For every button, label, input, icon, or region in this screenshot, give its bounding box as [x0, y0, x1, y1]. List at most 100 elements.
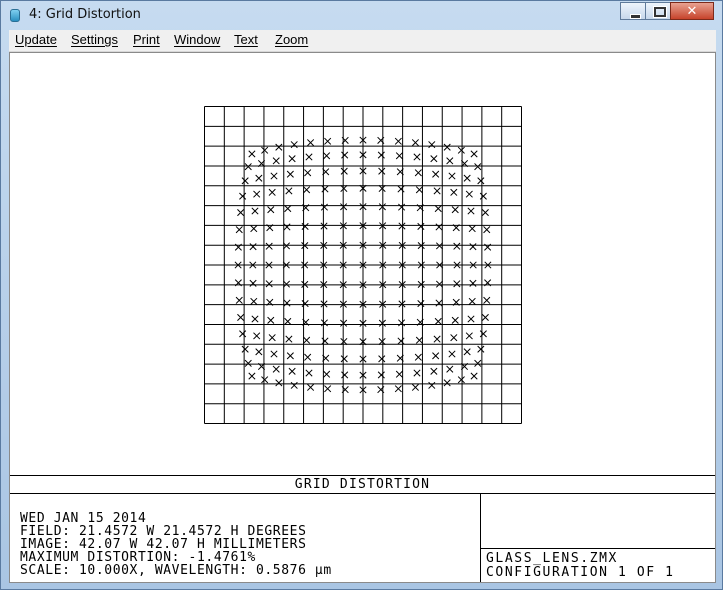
- distortion-point: [469, 243, 477, 251]
- distortion-point: [270, 350, 278, 358]
- distortion-point: [398, 319, 406, 327]
- distortion-point: [275, 379, 283, 387]
- distortion-point: [434, 205, 442, 213]
- distortion-point: [249, 279, 257, 287]
- distortion-point: [237, 313, 245, 321]
- distortion-point: [239, 192, 247, 200]
- distortion-point: [320, 319, 328, 327]
- minimize-button[interactable]: [620, 2, 646, 20]
- caption-buttons: ✕: [620, 2, 714, 21]
- distortion-point: [468, 225, 476, 233]
- menu-update[interactable]: Update: [15, 32, 57, 47]
- distortion-point: [320, 222, 328, 230]
- distortion-point: [307, 383, 315, 391]
- distortion-point: [241, 177, 249, 185]
- distortion-point: [283, 299, 291, 307]
- distortion-point: [470, 372, 478, 380]
- distortion-point: [267, 206, 275, 214]
- distortion-point: [301, 300, 309, 308]
- distortion-point: [237, 209, 245, 217]
- distortion-point: [341, 151, 349, 159]
- distortion-point: [324, 137, 332, 145]
- distortion-point: [239, 330, 247, 338]
- distortion-point: [477, 345, 485, 353]
- distortion-point: [395, 370, 403, 378]
- distortion-point: [377, 151, 385, 159]
- distortion-point: [398, 300, 406, 308]
- distortion-point: [304, 353, 312, 361]
- distortion-point: [284, 205, 292, 213]
- distortion-point: [448, 172, 456, 180]
- distortion-point: [457, 146, 465, 154]
- distortion-plot: [10, 106, 715, 582]
- distortion-point: [253, 190, 261, 198]
- distortion-point: [265, 280, 273, 288]
- caption-title: GRID DISTORTION: [294, 477, 431, 492]
- distortion-point: [481, 209, 489, 217]
- distortion-point: [340, 167, 348, 175]
- distortion-point: [465, 190, 473, 198]
- distortion-point: [463, 348, 471, 356]
- distortion-point: [413, 153, 421, 161]
- distortion-point: [268, 334, 276, 342]
- distortion-point: [443, 379, 451, 387]
- distortion-point: [394, 385, 402, 393]
- distortion-point: [248, 372, 256, 380]
- distortion-point: [261, 376, 269, 384]
- distortion-point: [397, 185, 405, 193]
- distortion-point: [417, 300, 425, 308]
- distortion-point: [283, 223, 291, 231]
- caption-scale: SCALE: 10.000X, WAVELENGTH: 0.5876 µm: [20, 563, 332, 578]
- close-button[interactable]: ✕: [670, 2, 714, 20]
- distortion-point: [434, 317, 442, 325]
- menu-zoom[interactable]: Zoom: [275, 32, 308, 47]
- distortion-point: [479, 330, 487, 338]
- distortion-point: [435, 299, 443, 307]
- distortion-point: [321, 337, 329, 345]
- distortion-point: [477, 177, 485, 185]
- title-bar[interactable]: 4: Grid Distortion ✕: [1, 1, 722, 29]
- distortion-point: [430, 367, 438, 375]
- distortion-point: [378, 167, 386, 175]
- distortion-point: [288, 155, 296, 163]
- distortion-point: [250, 225, 258, 233]
- distortion-point: [241, 345, 249, 353]
- distortion-point: [270, 172, 278, 180]
- menu-window[interactable]: Window: [174, 32, 220, 47]
- menu-bar: Update Settings Print Window Text Zoom: [9, 30, 716, 52]
- distortion-point: [451, 206, 459, 214]
- maximize-button[interactable]: [645, 2, 671, 20]
- distortion-point: [341, 371, 349, 379]
- distortion-point: [301, 222, 309, 230]
- distortion-point: [465, 332, 473, 340]
- distortion-point: [320, 300, 328, 308]
- distortion-point: [398, 203, 406, 211]
- menu-text[interactable]: Text: [234, 32, 258, 47]
- distortion-point: [265, 242, 273, 250]
- distortion-point: [428, 141, 436, 149]
- distortion-point: [251, 207, 259, 215]
- menu-print[interactable]: Print: [133, 32, 160, 47]
- distortion-point: [479, 192, 487, 200]
- distortion-point: [267, 316, 275, 324]
- distortion-point: [470, 150, 478, 158]
- distortion-point: [321, 185, 329, 193]
- distortion-point: [323, 370, 331, 378]
- distortion-point: [251, 315, 259, 323]
- distortion-point: [474, 359, 482, 367]
- distortion-point: [395, 152, 403, 160]
- distortion-point: [290, 141, 298, 149]
- distortion-point: [432, 170, 440, 178]
- distortion-point: [417, 222, 425, 230]
- menu-settings[interactable]: Settings: [71, 32, 118, 47]
- distortion-point: [428, 381, 436, 389]
- distortion-point: [305, 153, 313, 161]
- distortion-point: [446, 365, 454, 373]
- distortion-point: [483, 296, 491, 304]
- distortion-point: [463, 174, 471, 182]
- minimize-icon: [630, 14, 641, 19]
- distortion-point: [467, 315, 475, 323]
- distortion-point: [394, 137, 402, 145]
- maximize-icon: [654, 7, 666, 17]
- distortion-point: [248, 150, 256, 158]
